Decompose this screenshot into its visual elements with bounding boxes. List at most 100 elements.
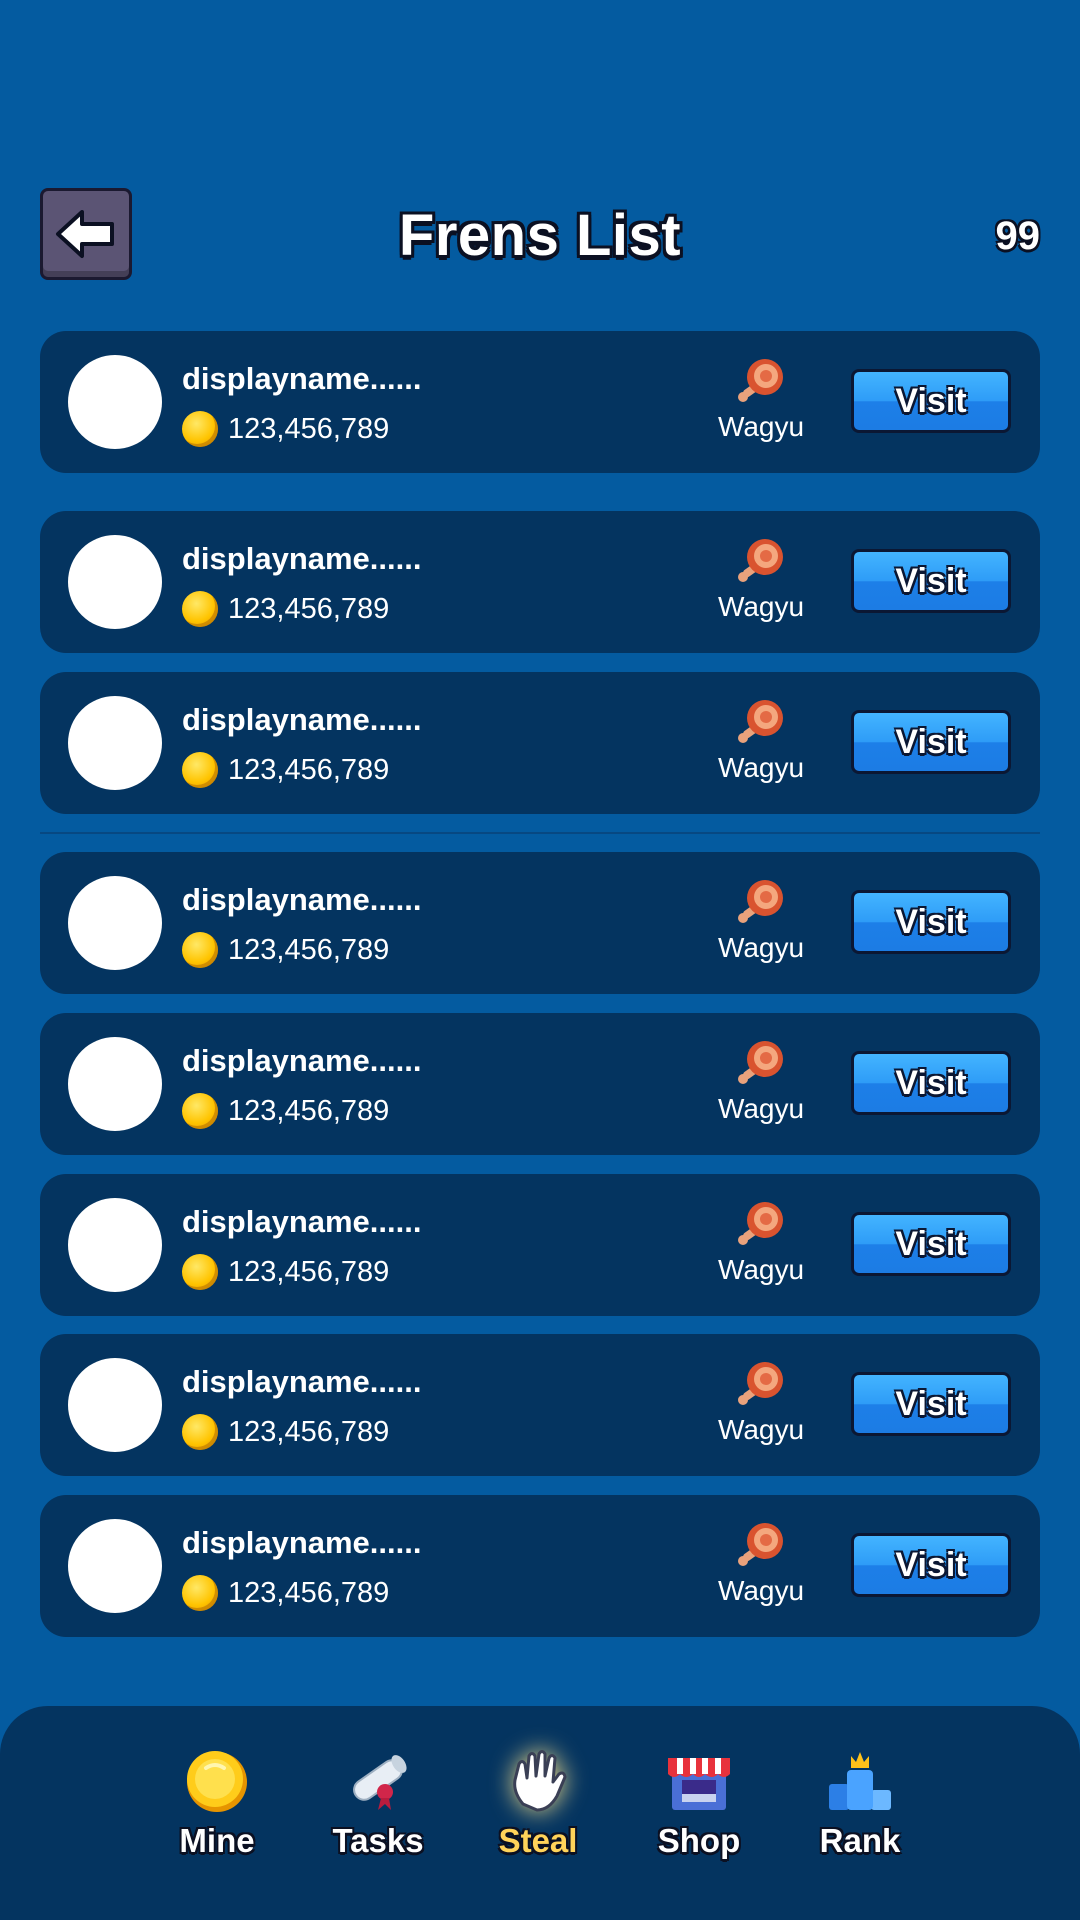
coin-value: 123,456,789 xyxy=(228,1415,390,1448)
item-badge: Wagyu xyxy=(706,1360,816,1446)
meat-icon xyxy=(738,1041,783,1084)
friend-name: displayname...... xyxy=(182,702,422,737)
nav-item-tasks[interactable]: Tasks xyxy=(308,1744,448,1860)
avatar xyxy=(68,1037,162,1131)
visit-button[interactable]: Visit xyxy=(851,1212,1011,1276)
coin-icon xyxy=(182,1575,218,1611)
avatar xyxy=(68,535,162,629)
friend-name: displayname...... xyxy=(182,1364,422,1399)
item-badge: Wagyu xyxy=(706,1200,816,1286)
coin-icon xyxy=(182,752,218,788)
list-item: displayname...... 123,456,789 Wagyu Visi… xyxy=(40,1334,1040,1476)
coin-icon xyxy=(182,1093,218,1129)
visit-button[interactable]: Visit xyxy=(851,890,1011,954)
shop-icon xyxy=(668,1758,730,1810)
item-label: Wagyu xyxy=(717,1575,805,1606)
item-label: Wagyu xyxy=(717,1254,805,1285)
friends-count: 99 xyxy=(995,214,1041,258)
nav-item-shop[interactable]: Shop xyxy=(629,1744,769,1860)
meat-icon xyxy=(738,539,783,582)
coin-icon xyxy=(182,1414,218,1450)
nav-label: Steal xyxy=(498,1822,578,1859)
item-badge: Wagyu xyxy=(706,1521,816,1607)
item-badge: Wagyu xyxy=(706,537,816,623)
visit-button[interactable]: Visit xyxy=(851,369,1011,433)
list-item: displayname...... 123,456,789 Wagyu Visi… xyxy=(40,1495,1040,1637)
friend-name: displayname...... xyxy=(182,541,422,576)
coin-balance: 123,456,789 xyxy=(182,752,389,788)
coin-icon xyxy=(182,411,218,447)
meat-icon xyxy=(738,1523,783,1566)
bottom-nav: Mine Tasks Steal Shop Rank xyxy=(0,1706,1080,1920)
coin-icon xyxy=(182,591,218,627)
coin-value: 123,456,789 xyxy=(228,753,390,786)
list-item: displayname...... 123,456,789 Wagyu Visi… xyxy=(40,1174,1040,1316)
visit-button[interactable]: Visit xyxy=(851,1372,1011,1436)
meat-icon xyxy=(738,880,783,923)
hand-icon xyxy=(513,1750,567,1812)
coin-balance: 123,456,789 xyxy=(182,1093,389,1129)
coin-value: 123,456,789 xyxy=(228,1576,390,1609)
item-badge: Wagyu xyxy=(706,357,816,443)
nav-label: Shop xyxy=(657,1822,741,1859)
coin-value: 123,456,789 xyxy=(228,592,390,625)
friend-name: displayname...... xyxy=(182,1204,422,1239)
nav-item-mine[interactable]: Mine xyxy=(147,1744,287,1860)
item-label: Wagyu xyxy=(717,932,805,963)
item-badge: Wagyu xyxy=(706,698,816,784)
coin-value: 123,456,789 xyxy=(228,1255,390,1288)
nav-item-steal[interactable]: Steal xyxy=(468,1744,608,1860)
coin-balance: 123,456,789 xyxy=(182,1575,389,1611)
avatar xyxy=(68,1358,162,1452)
avatar xyxy=(68,696,162,790)
item-label: Wagyu xyxy=(717,1414,805,1445)
avatar xyxy=(68,1519,162,1613)
header: Frens List 99 xyxy=(0,188,1080,284)
list-item: displayname...... 123,456,789 Wagyu Visi… xyxy=(40,511,1040,653)
coin-value: 123,456,789 xyxy=(228,412,390,445)
meat-icon xyxy=(738,700,783,743)
coin-balance: 123,456,789 xyxy=(182,1414,389,1450)
coin-icon xyxy=(182,932,218,968)
coin-value: 123,456,789 xyxy=(228,1094,390,1127)
visit-button[interactable]: Visit xyxy=(851,710,1011,774)
trophy-icon xyxy=(829,1752,891,1810)
item-label: Wagyu xyxy=(717,591,805,622)
nav-item-rank[interactable]: Rank xyxy=(790,1744,930,1860)
avatar xyxy=(68,355,162,449)
coin-balance: 123,456,789 xyxy=(182,411,389,447)
meat-icon xyxy=(738,1362,783,1405)
list-item: displayname...... 123,456,789 Wagyu Visi… xyxy=(40,1013,1040,1155)
page-title: Frens List xyxy=(398,203,682,268)
coin-balance: 123,456,789 xyxy=(182,1254,389,1290)
coin-balance: 123,456,789 xyxy=(182,932,389,968)
visit-button[interactable]: Visit xyxy=(851,1533,1011,1597)
nav-label: Tasks xyxy=(332,1822,424,1859)
meat-icon xyxy=(738,359,783,402)
visit-button[interactable]: Visit xyxy=(851,549,1011,613)
item-label: Wagyu xyxy=(717,752,805,783)
friend-name: displayname...... xyxy=(182,1525,422,1560)
scroll-icon xyxy=(353,1755,407,1810)
avatar xyxy=(68,876,162,970)
item-badge: Wagyu xyxy=(706,878,816,964)
avatar xyxy=(68,1198,162,1292)
list-item: displayname...... 123,456,789 Wagyu Visi… xyxy=(40,672,1040,814)
coin-icon xyxy=(187,1751,247,1812)
friend-name: displayname...... xyxy=(182,882,422,917)
item-badge: Wagyu xyxy=(706,1039,816,1125)
coin-value: 123,456,789 xyxy=(228,933,390,966)
meat-icon xyxy=(738,1202,783,1245)
list-item: displayname...... 123,456,789 Wagyu Visi… xyxy=(40,852,1040,994)
friend-name: displayname...... xyxy=(182,1043,422,1078)
coin-icon xyxy=(182,1254,218,1290)
coin-balance: 123,456,789 xyxy=(182,591,389,627)
visit-button[interactable]: Visit xyxy=(851,1051,1011,1115)
list-item: displayname...... 123,456,789 Wagyu Visi… xyxy=(40,331,1040,473)
item-label: Wagyu xyxy=(717,1093,805,1124)
friend-name: displayname...... xyxy=(182,361,422,396)
list-divider xyxy=(40,832,1040,834)
nav-label: Mine xyxy=(179,1822,255,1859)
item-label: Wagyu xyxy=(717,411,805,442)
nav-label: Rank xyxy=(819,1822,901,1859)
